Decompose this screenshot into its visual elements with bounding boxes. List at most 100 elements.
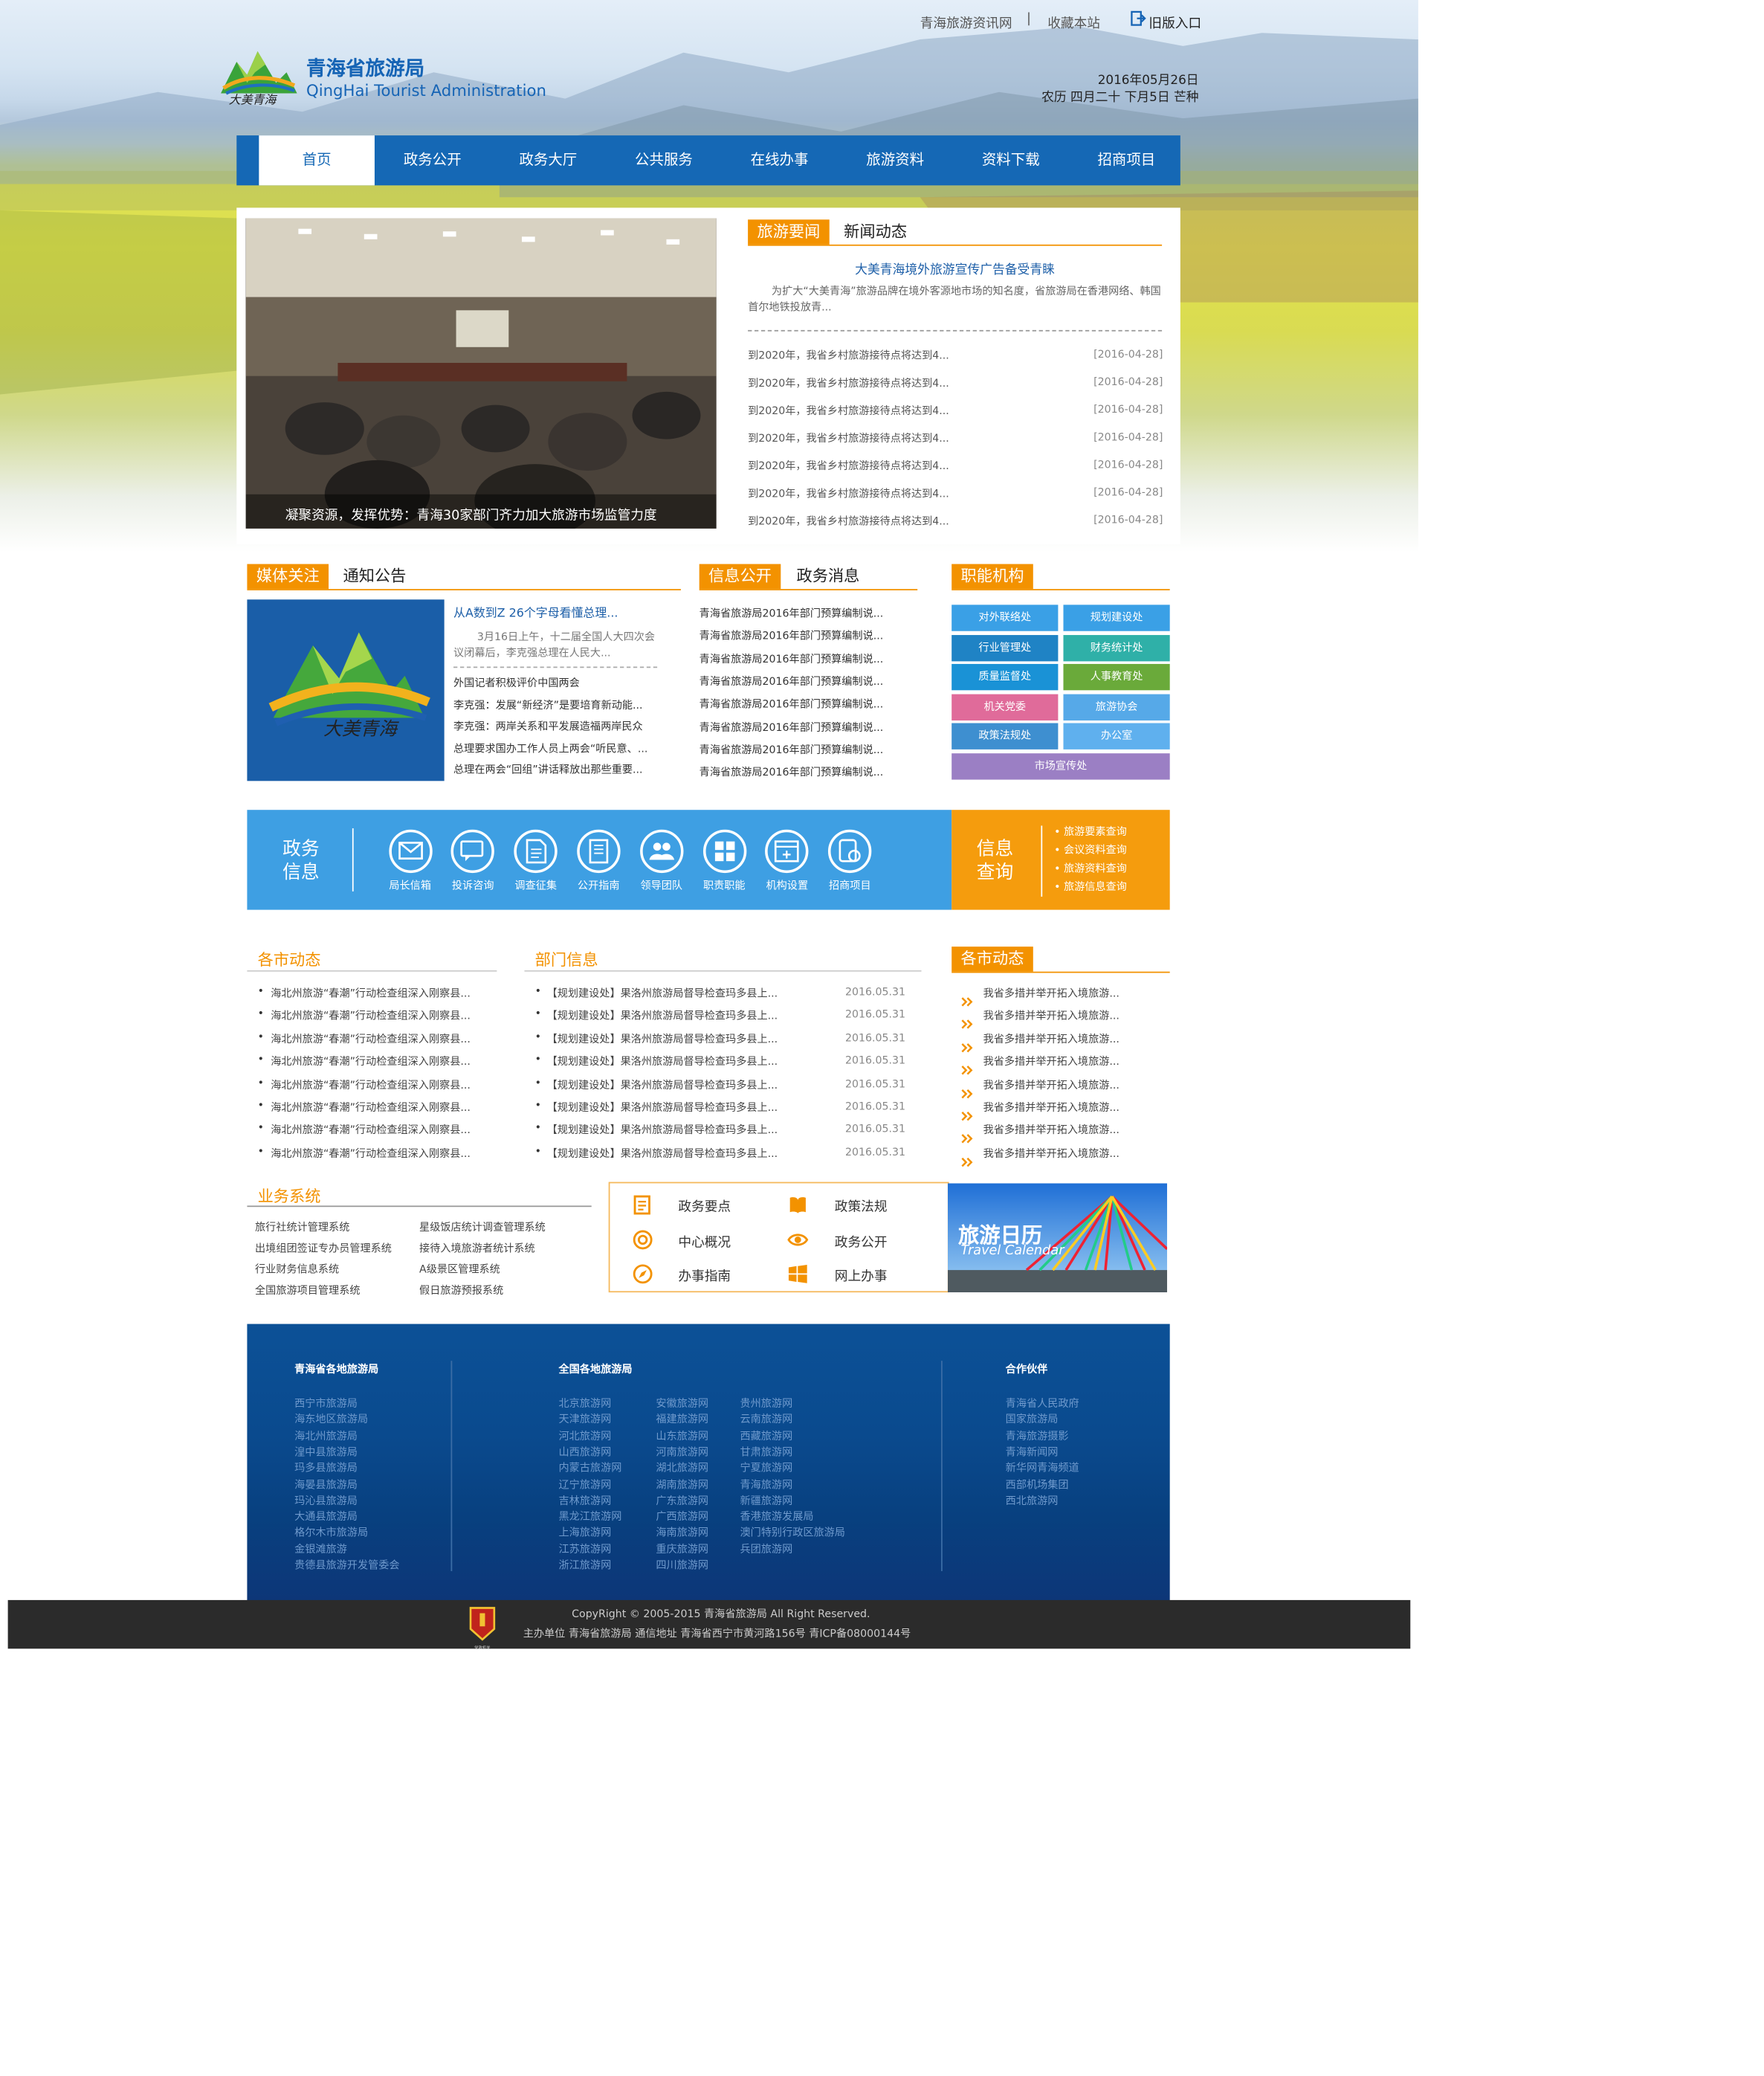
news-item[interactable]: 到2020年，我省乡村旅游接待点将达到4... — [748, 459, 949, 473]
dept-section-title[interactable]: 部门信息 — [535, 948, 598, 970]
biz-item[interactable]: 接待入境旅游者统计系统 — [419, 1241, 535, 1255]
footer-link[interactable]: 西北旅游网 — [1006, 1493, 1059, 1507]
footer-link[interactable]: 湖南旅游网 — [656, 1477, 708, 1492]
media-image[interactable]: 大美青海 — [247, 599, 445, 781]
query-item-label[interactable]: 会议资料查询 — [1064, 844, 1127, 856]
footer-link[interactable]: 辽宁旅游网 — [558, 1477, 611, 1492]
biz-item[interactable]: 出境组团签证专办员管理系统 — [255, 1241, 392, 1255]
doc-icon[interactable] — [514, 829, 558, 874]
dept-item[interactable]: 【规划建设处】果洛州旅游局督导检查玛多县上... — [547, 1032, 778, 1046]
footer-link[interactable]: 重庆旅游网 — [656, 1542, 708, 1556]
org-button[interactable]: 办公室 — [1063, 723, 1170, 750]
gov-item[interactable]: 青海省旅游局2016年部门预算编制说... — [700, 765, 884, 779]
biz-section-title[interactable]: 业务系统 — [258, 1184, 321, 1207]
city-item[interactable]: 海北州旅游“春潮”行动检查组深入刚察县... — [271, 1054, 471, 1068]
city-item[interactable]: 海北州旅游“春潮”行动检查组深入刚察县... — [271, 1032, 471, 1046]
footer-link[interactable]: 山西旅游网 — [558, 1445, 611, 1459]
gov-item[interactable]: 青海省旅游局2016年部门预算编制说... — [700, 652, 884, 666]
quick-link[interactable]: 网上办事 — [835, 1265, 888, 1284]
footer-link[interactable]: 福建旅游网 — [656, 1413, 708, 1427]
news-item[interactable]: 到2020年，我省乡村旅游接待点将达到4... — [748, 486, 949, 500]
dept-item[interactable]: 【规划建设处】果洛州旅游局督导检查玛多县上... — [547, 1009, 778, 1023]
dept-item[interactable]: 【规划建设处】果洛州旅游局督导检查玛多县上... — [547, 1077, 778, 1092]
footer-link[interactable]: 青海旅游摄影 — [1006, 1428, 1069, 1442]
city2-section-title[interactable]: 各市动态 — [952, 947, 1033, 972]
dept-item[interactable]: 【规划建设处】果洛州旅游局督导检查玛多县上... — [547, 1147, 778, 1161]
news-item[interactable]: 到2020年，我省乡村旅游接待点将达到4... — [748, 376, 949, 390]
chat-icon[interactable] — [451, 829, 495, 874]
footer-link[interactable]: 海北州旅游局 — [294, 1428, 358, 1442]
city2-item[interactable]: 我省多措并举开拓入境旅游... — [983, 1100, 1120, 1115]
footer-link[interactable]: 大通县旅游局 — [294, 1509, 358, 1524]
tab-travel-news[interactable]: 旅游要闻 — [748, 219, 830, 245]
nav-online-service[interactable]: 在线办事 — [722, 135, 838, 185]
footer-link[interactable]: 北京旅游网 — [558, 1396, 611, 1411]
city2-item[interactable]: 我省多措并举开拓入境旅游... — [983, 1054, 1120, 1068]
footer-link[interactable]: 西宁市旅游局 — [294, 1396, 358, 1411]
dept-item[interactable]: 【规划建设处】果洛州旅游局督导检查玛多县上... — [547, 1100, 778, 1115]
dept-item[interactable]: 【规划建设处】果洛州旅游局督导检查玛多县上... — [547, 986, 778, 1000]
footer-link[interactable]: 广西旅游网 — [656, 1509, 708, 1524]
city-item[interactable]: 海北州旅游“春潮”行动检查组深入刚察县... — [271, 1077, 471, 1092]
gov-item[interactable]: 青海省旅游局2016年部门预算编制说... — [700, 674, 884, 689]
org-button[interactable]: 行业管理处 — [952, 634, 1059, 661]
city2-item[interactable]: 我省多措并举开拓入境旅游... — [983, 1124, 1120, 1138]
footer-link[interactable]: 内蒙古旅游网 — [558, 1461, 621, 1475]
dept-item[interactable]: 【规划建设处】果洛州旅游局督导检查玛多县上... — [547, 1054, 778, 1068]
footer-link[interactable]: 金银滩旅游 — [294, 1542, 347, 1556]
footer-link[interactable]: 新疆旅游网 — [740, 1493, 792, 1507]
footer-link[interactable]: 西藏旅游网 — [740, 1428, 792, 1442]
footer-link[interactable]: 江苏旅游网 — [558, 1542, 611, 1556]
footer-link[interactable]: 新华网青海频道 — [1006, 1461, 1079, 1475]
news-item[interactable]: 到2020年，我省乡村旅游接待点将达到4... — [748, 349, 949, 363]
footer-link[interactable]: 吉林旅游网 — [558, 1493, 611, 1507]
quick-item-label[interactable]: 招商项目 — [810, 878, 889, 892]
footer-link[interactable]: 贵州旅游网 — [740, 1396, 792, 1411]
gov-item[interactable]: 青海省旅游局2016年部门预算编制说... — [700, 606, 884, 620]
biz-item[interactable]: 旅行社统计管理系统 — [255, 1220, 349, 1234]
news-item[interactable]: 到2020年，我省乡村旅游接待点将达到4... — [748, 404, 949, 418]
dept-item[interactable]: 【规划建设处】果洛州旅游局督导检查玛多县上... — [547, 1124, 778, 1138]
tab-news-dynamic[interactable]: 新闻动态 — [844, 219, 907, 245]
footer-link[interactable]: 云南旅游网 — [740, 1413, 792, 1427]
footer-link[interactable]: 西部机场集团 — [1006, 1477, 1069, 1492]
footer-link[interactable]: 四川旅游网 — [656, 1558, 708, 1572]
city2-item[interactable]: 我省多措并举开拓入境旅游... — [983, 1009, 1120, 1023]
footer-link[interactable]: 玛沁县旅游局 — [294, 1493, 358, 1507]
nav-travel-data[interactable]: 旅游资料 — [837, 135, 953, 185]
org-button[interactable]: 旅游协会 — [1063, 694, 1170, 721]
nav-public-service[interactable]: 公共服务 — [606, 135, 722, 185]
footer-link[interactable]: 海东地区旅游局 — [294, 1413, 368, 1427]
grid-icon[interactable] — [702, 829, 746, 874]
news-item[interactable]: 到2020年，我省乡村旅游接待点将达到4... — [748, 431, 949, 445]
top-link-old-version[interactable]: 旧版入口 — [1148, 12, 1201, 32]
tab-media[interactable]: 媒体关注 — [247, 564, 329, 590]
news-headline[interactable]: 大美青海境外旅游宣传广告备受青睐 — [748, 259, 1162, 277]
media-item[interactable]: 李克强：发展“新经济”是要培育新动能... — [453, 698, 642, 712]
top-link-news[interactable]: 青海旅游资讯网 — [920, 12, 1012, 32]
city2-item[interactable]: 我省多措并举开拓入境旅游... — [983, 986, 1120, 1000]
city-item[interactable]: 海北州旅游“春潮”行动检查组深入刚察县... — [271, 1100, 471, 1115]
travel-calendar-banner[interactable]: 旅游日历 Travel Calendar — [947, 1183, 1168, 1293]
org-button[interactable]: 对外联络处 — [952, 605, 1059, 631]
quick-link[interactable]: 政策法规 — [835, 1195, 888, 1214]
footer-link[interactable]: 澳门特别行政区旅游局 — [740, 1526, 844, 1540]
query-item[interactable]: • 旅游资料查询 — [1054, 860, 1127, 878]
footer-link[interactable]: 山东旅游网 — [656, 1428, 708, 1442]
city-item[interactable]: 海北州旅游“春潮”行动检查组深入刚察县... — [271, 1147, 471, 1161]
book-icon[interactable] — [577, 829, 621, 874]
tab-org[interactable]: 职能机构 — [952, 564, 1033, 590]
city-item[interactable]: 海北州旅游“春潮”行动检查组深入刚察县... — [271, 1124, 471, 1138]
quick-link[interactable]: 政务公开 — [835, 1230, 888, 1249]
biz-item[interactable]: A级景区管理系统 — [419, 1262, 500, 1276]
footer-link[interactable]: 广东旅游网 — [656, 1493, 708, 1507]
quick-link[interactable]: 中心概况 — [678, 1230, 731, 1249]
org-button[interactable]: 财务统计处 — [1063, 634, 1170, 661]
slider-image[interactable]: 凝聚资源，发挥优势：青海30家部门齐力加大旅游市场监管力度 — [245, 218, 717, 529]
media-item[interactable]: 总理要求国办工作人员上两会“听民意、... — [453, 741, 647, 755]
query-item-label[interactable]: 旅游资料查询 — [1064, 863, 1127, 874]
top-link-favorite[interactable]: 收藏本站 — [1047, 12, 1100, 32]
query-item[interactable]: • 旅游要素查询 — [1054, 823, 1127, 842]
footer-link[interactable]: 黑龙江旅游网 — [558, 1509, 621, 1524]
city2-item[interactable]: 我省多措并举开拓入境旅游... — [983, 1077, 1120, 1092]
